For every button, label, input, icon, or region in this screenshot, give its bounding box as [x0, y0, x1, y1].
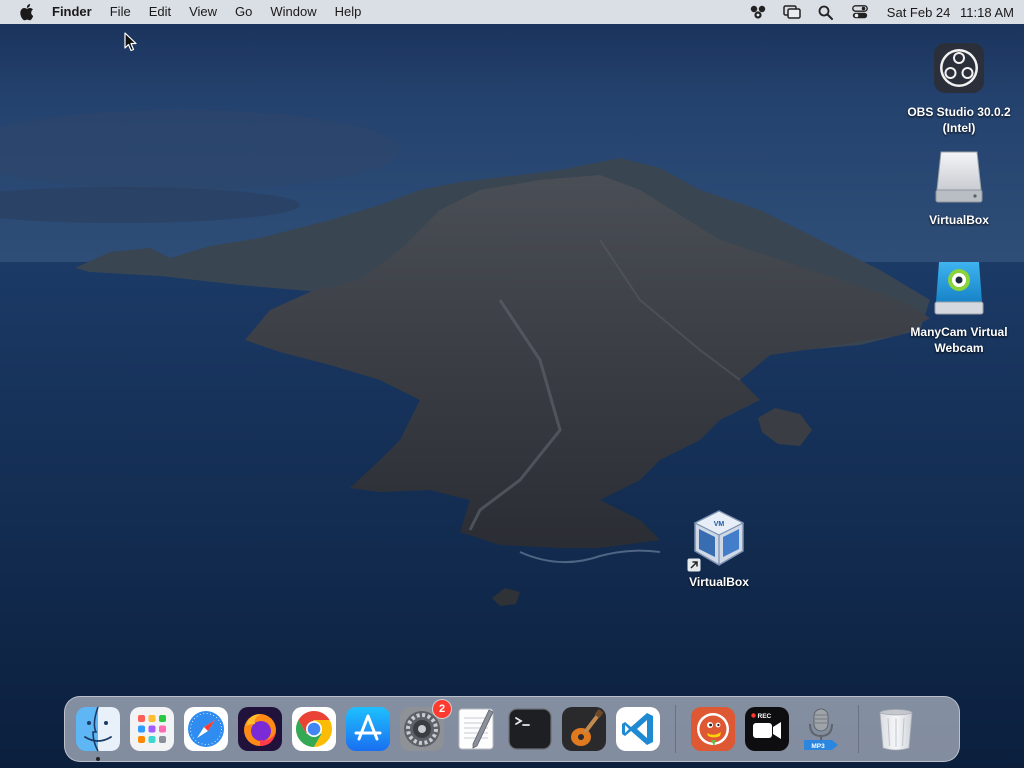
notification-badge: 2	[433, 700, 451, 718]
finder-icon	[76, 706, 120, 752]
dock-vscode[interactable]	[615, 706, 661, 752]
manycam-icon	[929, 258, 989, 318]
alias-arrow-icon	[687, 558, 701, 572]
menu-bar: Finder File Edit View Go Window Help Sat…	[0, 0, 1024, 24]
screen-mirroring-icon[interactable]	[780, 0, 804, 24]
desktop-icon-label: ManyCam Virtual Webcam	[910, 325, 1008, 355]
disk-drive-icon	[929, 146, 989, 206]
clock-date: Sat Feb 24	[886, 4, 951, 20]
menu-file[interactable]: File	[101, 0, 140, 24]
textedit-icon	[458, 708, 494, 750]
trash-icon	[879, 709, 913, 751]
desktop-wallpaper	[0, 0, 1024, 768]
menu-help[interactable]: Help	[326, 0, 371, 24]
menu-go[interactable]: Go	[226, 0, 261, 24]
menu-app-name[interactable]: Finder	[52, 0, 101, 24]
manycam-status-icon[interactable]	[746, 0, 770, 24]
dock-duckduckgo[interactable]	[690, 706, 736, 752]
launchpad-icon	[130, 707, 174, 751]
desktop-icon-label: VirtualBox	[929, 213, 989, 227]
dock-app-store[interactable]	[345, 706, 391, 752]
desktop-icon-label: VirtualBox	[689, 575, 749, 589]
svg-text:REC: REC	[758, 713, 772, 720]
desktop-icon-virtualbox-alias[interactable]: VM VirtualBox	[659, 508, 779, 590]
duckduckgo-icon	[691, 707, 735, 751]
dock-safari[interactable]	[183, 706, 229, 752]
firefox-icon	[238, 707, 282, 751]
menu-view[interactable]: View	[180, 0, 226, 24]
screen-recorder-icon: REC	[745, 707, 789, 751]
dock-finder[interactable]	[75, 706, 121, 761]
desktop-icon-manycam[interactable]: ManyCam Virtual Webcam	[899, 258, 1019, 356]
chrome-icon	[292, 707, 336, 751]
dock-firefox[interactable]	[237, 706, 283, 752]
spotlight-search-icon[interactable]	[814, 0, 838, 24]
terminal-icon	[508, 708, 552, 750]
dock-launchpad[interactable]	[129, 706, 175, 752]
menubar-clock[interactable]: Sat Feb 24 11:18 AM	[887, 5, 1014, 20]
dock-voice-recorder[interactable]: MP3	[798, 706, 844, 752]
dock-chrome[interactable]	[291, 706, 337, 752]
vscode-icon	[616, 707, 660, 751]
running-indicator	[96, 757, 100, 761]
svg-text:VM: VM	[714, 521, 725, 528]
control-center-icon[interactable]	[848, 0, 872, 24]
svg-text:MP3: MP3	[811, 743, 825, 750]
desktop-icon-label: OBS Studio 30.0.2 (Intel)	[907, 105, 1011, 135]
apple-menu-icon[interactable]	[0, 0, 52, 24]
dock-screen-recorder[interactable]: REC	[744, 706, 790, 752]
garageband-icon	[562, 707, 606, 751]
desktop-icon-virtualbox-disk[interactable]: VirtualBox	[899, 146, 1019, 228]
dock-system-preferences[interactable]: 2	[399, 700, 451, 752]
dock-terminal[interactable]	[507, 706, 553, 752]
virtualbox-icon: VM	[687, 508, 749, 572]
menu-extras: Sat Feb 24 11:18 AM	[741, 0, 1014, 24]
menu-window[interactable]: Window	[261, 0, 325, 24]
voice-recorder-icon: MP3	[804, 708, 838, 750]
obs-icon	[929, 38, 989, 98]
dock: 2 REC MP3	[64, 696, 960, 762]
dock-separator	[675, 705, 676, 753]
desktop-icon-obs-studio[interactable]: OBS Studio 30.0.2 (Intel)	[899, 38, 1019, 136]
dock-trash[interactable]	[873, 706, 919, 752]
clock-time: 11:18 AM	[960, 4, 1014, 20]
safari-icon	[184, 707, 228, 751]
mouse-pointer-icon	[124, 32, 137, 52]
dock-textedit[interactable]	[453, 706, 499, 752]
dock-garageband[interactable]	[561, 706, 607, 752]
menu-edit[interactable]: Edit	[140, 0, 180, 24]
app-store-icon	[346, 707, 390, 751]
dock-separator	[858, 705, 859, 753]
